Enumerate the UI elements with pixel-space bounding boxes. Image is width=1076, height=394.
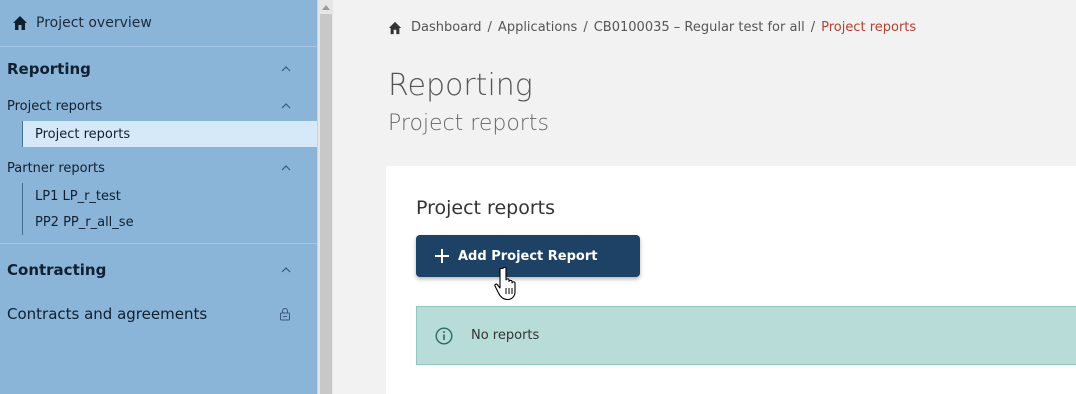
home-icon <box>13 16 27 30</box>
sidebar-item-label: Project overview <box>36 15 152 31</box>
page-title: Reporting <box>388 68 533 103</box>
chevron-up-icon[interactable] <box>281 267 291 273</box>
sidebar-section-reporting[interactable]: Reporting <box>0 47 317 91</box>
sidebar-item-label: Contracts and agreements <box>7 305 208 323</box>
sidebar-item-project-overview[interactable]: Project overview <box>0 0 317 47</box>
main-content: Dashboard / Applications / CB0100035 – R… <box>333 0 1076 394</box>
breadcrumb-link-applications[interactable]: Applications <box>498 20 577 35</box>
scroll-up-arrow-icon[interactable] <box>318 0 334 14</box>
sidebar: Project overview Reporting Project repor… <box>0 0 317 394</box>
sidebar-scrollbar[interactable] <box>317 0 333 394</box>
info-icon <box>435 326 453 345</box>
hand-pointer-cursor-icon <box>494 266 516 301</box>
breadcrumb-separator: / <box>810 20 816 35</box>
no-reports-alert: No reports <box>416 306 1076 365</box>
home-icon[interactable] <box>388 21 402 35</box>
sidebar-group-project-reports[interactable]: Project reports <box>0 91 317 121</box>
sidebar-item-lp1[interactable]: LP1 LP_r_test <box>22 183 317 209</box>
card-title: Project reports <box>416 197 555 219</box>
sidebar-group-partner-reports[interactable]: Partner reports <box>0 153 317 183</box>
breadcrumb: Dashboard / Applications / CB0100035 – R… <box>388 20 916 35</box>
sidebar-group-label: Project reports <box>7 98 103 114</box>
sidebar-section-label: Contracting <box>7 261 107 279</box>
add-project-report-button[interactable]: Add Project Report <box>416 235 640 277</box>
chevron-up-icon[interactable] <box>281 165 291 171</box>
breadcrumb-separator: / <box>583 20 588 35</box>
sidebar-item-label: PP2 PP_r_all_se <box>35 214 134 230</box>
breadcrumb-separator: / <box>487 20 492 35</box>
sidebar-item-project-reports[interactable]: Project reports <box>22 121 317 147</box>
sidebar-section-label: Reporting <box>7 60 91 78</box>
sidebar-group-label: Partner reports <box>7 160 105 176</box>
sidebar-item-label: LP1 LP_r_test <box>35 188 121 204</box>
breadcrumb-link-application[interactable]: CB0100035 – Regular test for all <box>594 20 805 35</box>
plus-icon <box>435 249 449 263</box>
page-subtitle: Project reports <box>388 111 549 136</box>
chevron-up-icon[interactable] <box>281 66 291 72</box>
button-label: Add Project Report <box>458 248 598 264</box>
sidebar-divider <box>0 243 317 244</box>
scrollbar-thumb[interactable] <box>320 14 332 394</box>
lock-icon <box>280 308 290 321</box>
breadcrumb-link-dashboard[interactable]: Dashboard <box>411 20 482 35</box>
alert-text: No reports <box>471 328 540 343</box>
breadcrumb-current: Project reports <box>821 20 917 35</box>
sidebar-item-contracts[interactable]: Contracts and agreements <box>0 292 317 336</box>
sidebar-item-label: Project reports <box>35 126 131 142</box>
sidebar-section-contracting[interactable]: Contracting <box>0 248 317 292</box>
chevron-up-icon[interactable] <box>281 103 291 109</box>
sidebar-item-pp2[interactable]: PP2 PP_r_all_se <box>22 209 317 235</box>
project-reports-card: Project reports Add Project Report No re… <box>386 166 1076 394</box>
